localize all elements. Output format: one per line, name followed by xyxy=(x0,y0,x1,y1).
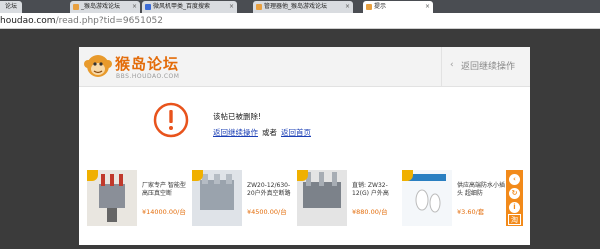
tab-label: 管理器他_猴岛游戏论坛 xyxy=(264,3,328,10)
baidu-favicon-icon xyxy=(145,4,151,10)
page-background: 猴岛论坛 BBS.HOUDAO.COM ‹ 返回继续操作 该帖已被删除! 返回继… xyxy=(0,29,600,249)
chevron-left-icon: ‹ xyxy=(450,60,454,70)
ad-price: ¥3.60/套 xyxy=(457,208,485,216)
ad-item[interactable]: ZW20-12/630-20户外真空断路 ¥4500.00/台 xyxy=(192,170,296,226)
ad-price: ¥880.00/台 xyxy=(352,208,388,216)
site-header: 猴岛论坛 BBS.HOUDAO.COM ‹ 返回继续操作 xyxy=(79,47,530,87)
back-continue-button[interactable]: ‹ 返回继续操作 xyxy=(441,47,530,87)
site-logo-text[interactable]: 猴岛论坛 xyxy=(115,53,179,74)
ad-prev-button[interactable]: ‹ xyxy=(509,174,520,185)
ad-thumbnail[interactable] xyxy=(402,170,452,226)
return-home-link[interactable]: 返回首页 xyxy=(281,128,311,137)
tab-label: 微风机甲类_百度搜索 xyxy=(153,3,211,10)
site-logo-subtitle: BBS.HOUDAO.COM xyxy=(116,73,180,80)
action-links: 返回继续操作 或者 返回首页 xyxy=(213,127,311,138)
ad-strip: 厂家专产 智能型高压真空断 ¥14000.00/台 ZW20-12/630-20… xyxy=(87,170,524,226)
browser-tab[interactable]: 微风机甲类_百度搜索 × xyxy=(142,1,237,13)
ad-price: ¥14000.00/台 xyxy=(142,208,186,216)
browser-tab[interactable]: _猴岛游戏论坛 × xyxy=(70,1,140,13)
ad-title[interactable]: ZW20-12/630-20户外真空断路 xyxy=(247,182,295,198)
url-text[interactable]: houdao.com/read.php?tid=9651052 xyxy=(0,15,163,27)
ad-title[interactable]: 供应高端防水小插头 超细防 xyxy=(457,182,505,198)
back-continue-label: 返回继续操作 xyxy=(461,62,516,72)
ad-thumbnail[interactable] xyxy=(297,170,347,226)
ad-item[interactable]: 直销: ZW32-12(G) 户外高 ¥880.00/台 xyxy=(297,170,401,226)
exclamation-circle-icon xyxy=(153,102,189,138)
browser-tab-active[interactable]: 提示 × xyxy=(363,1,433,13)
ad-title[interactable]: 直销: ZW32-12(G) 户外高 xyxy=(352,182,400,198)
ad-price: ¥4500.00/台 xyxy=(247,208,287,216)
ad-title[interactable]: 厂家专产 智能型高压真空断 xyxy=(142,182,190,198)
browser-tab[interactable]: 管理器他_猴岛游戏论坛 × xyxy=(253,1,353,13)
monkey-favicon-icon xyxy=(73,4,79,10)
ad-side-controls: ‹ ↻ i 淘 xyxy=(506,170,523,226)
ad-item[interactable]: 厂家专产 智能型高压真空断 ¥14000.00/台 xyxy=(87,170,191,226)
browser-tab-strip: 论坛 _猴岛游戏论坛 × 微风机甲类_百度搜索 × 管理器他_猴岛游戏论坛 × … xyxy=(0,0,600,13)
address-bar[interactable]: houdao.com/read.php?tid=9651052 xyxy=(0,13,600,29)
tab-label: 提示 xyxy=(374,3,387,10)
ad-item[interactable]: 供应高端防水小插头 超细防 ¥3.60/套 xyxy=(402,170,506,226)
ad-refresh-icon[interactable]: ↻ xyxy=(509,188,520,199)
tab-label: 论坛 xyxy=(5,3,18,10)
return-continue-link[interactable]: 返回继续操作 xyxy=(213,128,258,137)
url-host: houdao.com xyxy=(0,16,56,26)
monkey-logo-icon[interactable] xyxy=(84,51,112,79)
ad-thumbnail[interactable] xyxy=(192,170,242,226)
deleted-message: 该帖已被删除! xyxy=(213,112,262,121)
close-icon[interactable]: × xyxy=(132,1,137,13)
or-text: 或者 xyxy=(262,128,277,137)
ad-thumbnail[interactable] xyxy=(87,170,137,226)
browser-tab[interactable]: 论坛 xyxy=(0,1,22,13)
taobao-badge[interactable]: 淘 xyxy=(508,214,521,225)
tab-label: _猴岛游戏论坛 xyxy=(81,3,121,10)
monkey-favicon-icon xyxy=(366,4,372,10)
ad-info-icon[interactable]: i xyxy=(509,202,520,213)
url-path: /read.php?tid=9651052 xyxy=(55,16,164,26)
close-icon[interactable]: × xyxy=(345,1,350,13)
monkey-favicon-icon xyxy=(256,4,262,10)
close-icon[interactable]: × xyxy=(229,1,234,13)
close-icon[interactable]: × xyxy=(425,1,430,13)
notice-panel: 猴岛论坛 BBS.HOUDAO.COM ‹ 返回继续操作 该帖已被删除! 返回继… xyxy=(79,47,530,245)
